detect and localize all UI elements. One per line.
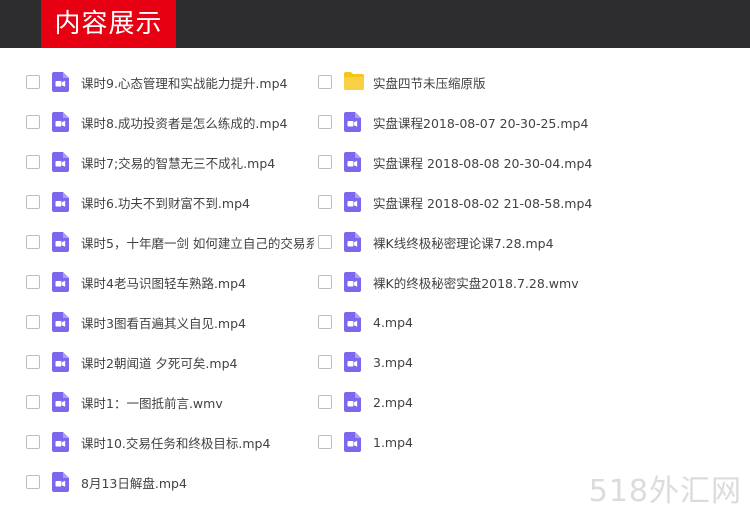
- file-row[interactable]: 3.mp4: [318, 350, 618, 374]
- file-row[interactable]: 8月13日解盘.mp4: [26, 470, 314, 494]
- file-checkbox[interactable]: [318, 155, 332, 169]
- file-name[interactable]: 课时8.成功投资者是怎么练成的.mp4: [81, 113, 287, 132]
- file-row[interactable]: 课时9.心态管理和实战能力提升.mp4: [26, 70, 314, 94]
- file-checkbox[interactable]: [26, 395, 40, 409]
- file-name[interactable]: 8月13日解盘.mp4: [81, 473, 187, 492]
- file-name[interactable]: 课时6.功夫不到财富不到.mp4: [81, 193, 250, 212]
- file-checkbox[interactable]: [26, 75, 40, 89]
- file-checkbox[interactable]: [318, 275, 332, 289]
- file-name[interactable]: 课时10.交易任务和终极目标.mp4: [81, 433, 270, 452]
- file-checkbox[interactable]: [318, 435, 332, 449]
- file-checkbox[interactable]: [318, 235, 332, 249]
- file-checkbox[interactable]: [26, 435, 40, 449]
- video-file-icon: [344, 352, 361, 372]
- file-row[interactable]: 裸K线终极秘密理论课7.28.mp4: [318, 230, 618, 254]
- file-list: 课时9.心态管理和实战能力提升.mp4 课时8.成功投资者是怎么练成的.mp4 课时…: [0, 0, 750, 514]
- file-name[interactable]: 课时7;交易的智慧无三不成礼.mp4: [81, 153, 275, 172]
- file-checkbox[interactable]: [318, 395, 332, 409]
- file-name[interactable]: 课时9.心态管理和实战能力提升.mp4: [81, 73, 287, 92]
- file-row[interactable]: 实盘课程2018-08-07 20-30-25.mp4: [318, 110, 618, 134]
- file-name[interactable]: 课时4老马识图轻车熟路.mp4: [81, 273, 246, 292]
- file-checkbox[interactable]: [318, 195, 332, 209]
- file-row[interactable]: 4.mp4: [318, 310, 618, 334]
- file-row[interactable]: 1.mp4: [318, 430, 618, 454]
- file-checkbox[interactable]: [26, 155, 40, 169]
- video-file-icon: [52, 432, 69, 452]
- file-name[interactable]: 课时3图看百遍其义自见.mp4: [81, 313, 246, 332]
- file-name[interactable]: 课时5，十年磨一剑 如何建立自己的交易系统: [81, 233, 314, 252]
- video-file-icon: [52, 152, 69, 172]
- video-file-icon: [52, 272, 69, 292]
- file-row[interactable]: 课时4老马识图轻车熟路.mp4: [26, 270, 314, 294]
- file-name[interactable]: 1.mp4: [373, 435, 413, 450]
- file-checkbox[interactable]: [318, 115, 332, 129]
- file-name[interactable]: 课时2朝闻道 夕死可矣.mp4: [81, 353, 237, 372]
- video-file-icon: [344, 432, 361, 452]
- file-checkbox[interactable]: [318, 75, 332, 89]
- file-name[interactable]: 实盘课程 2018-08-02 21-08-58.mp4: [373, 193, 592, 212]
- file-name[interactable]: 裸K线终极秘密理论课7.28.mp4: [373, 233, 554, 252]
- video-file-icon: [52, 312, 69, 332]
- file-checkbox[interactable]: [26, 355, 40, 369]
- file-row[interactable]: 实盘课程 2018-08-08 20-30-04.mp4: [318, 150, 618, 174]
- video-file-icon: [344, 312, 361, 332]
- file-checkbox[interactable]: [26, 315, 40, 329]
- file-name[interactable]: 实盘课程 2018-08-08 20-30-04.mp4: [373, 153, 592, 172]
- file-row[interactable]: 课时5，十年磨一剑 如何建立自己的交易系统: [26, 230, 314, 254]
- file-row[interactable]: 课时3图看百遍其义自见.mp4: [26, 310, 314, 334]
- video-file-icon: [344, 112, 361, 132]
- file-name[interactable]: 4.mp4: [373, 315, 413, 330]
- file-row[interactable]: 课时1：一图抵前言.wmv: [26, 390, 314, 414]
- file-name[interactable]: 裸K的终极秘密实盘2018.7.28.wmv: [373, 273, 579, 292]
- video-file-icon: [52, 392, 69, 412]
- video-file-icon: [344, 232, 361, 252]
- video-file-icon: [52, 472, 69, 492]
- file-row[interactable]: 2.mp4: [318, 390, 618, 414]
- file-row[interactable]: 实盘课程 2018-08-02 21-08-58.mp4: [318, 190, 618, 214]
- video-file-icon: [344, 392, 361, 412]
- file-checkbox[interactable]: [318, 355, 332, 369]
- file-row[interactable]: 课时6.功夫不到财富不到.mp4: [26, 190, 314, 214]
- video-file-icon: [52, 232, 69, 252]
- video-file-icon: [52, 72, 69, 92]
- file-checkbox[interactable]: [26, 235, 40, 249]
- folder-icon: [344, 72, 364, 92]
- video-file-icon: [52, 352, 69, 372]
- file-name[interactable]: 实盘四节未压缩原版: [373, 73, 486, 92]
- video-file-icon: [52, 192, 69, 212]
- file-name[interactable]: 实盘课程2018-08-07 20-30-25.mp4: [373, 113, 588, 132]
- file-checkbox[interactable]: [26, 275, 40, 289]
- file-checkbox[interactable]: [26, 195, 40, 209]
- file-row[interactable]: 课时8.成功投资者是怎么练成的.mp4: [26, 110, 314, 134]
- watermark: 518外汇网: [588, 474, 742, 509]
- file-row[interactable]: 课时7;交易的智慧无三不成礼.mp4: [26, 150, 314, 174]
- video-file-icon: [344, 192, 361, 212]
- file-row[interactable]: 课时2朝闻道 夕死可矣.mp4: [26, 350, 314, 374]
- video-file-icon: [52, 112, 69, 132]
- video-file-icon: [344, 272, 361, 292]
- file-checkbox[interactable]: [318, 315, 332, 329]
- file-row[interactable]: 课时10.交易任务和终极目标.mp4: [26, 430, 314, 454]
- file-checkbox[interactable]: [26, 475, 40, 489]
- file-name[interactable]: 3.mp4: [373, 355, 413, 370]
- file-name[interactable]: 课时1：一图抵前言.wmv: [81, 393, 223, 412]
- file-row[interactable]: 裸K的终极秘密实盘2018.7.28.wmv: [318, 270, 618, 294]
- video-file-icon: [344, 152, 361, 172]
- file-name[interactable]: 2.mp4: [373, 395, 413, 410]
- file-checkbox[interactable]: [26, 115, 40, 129]
- file-row[interactable]: 实盘四节未压缩原版: [318, 70, 618, 94]
